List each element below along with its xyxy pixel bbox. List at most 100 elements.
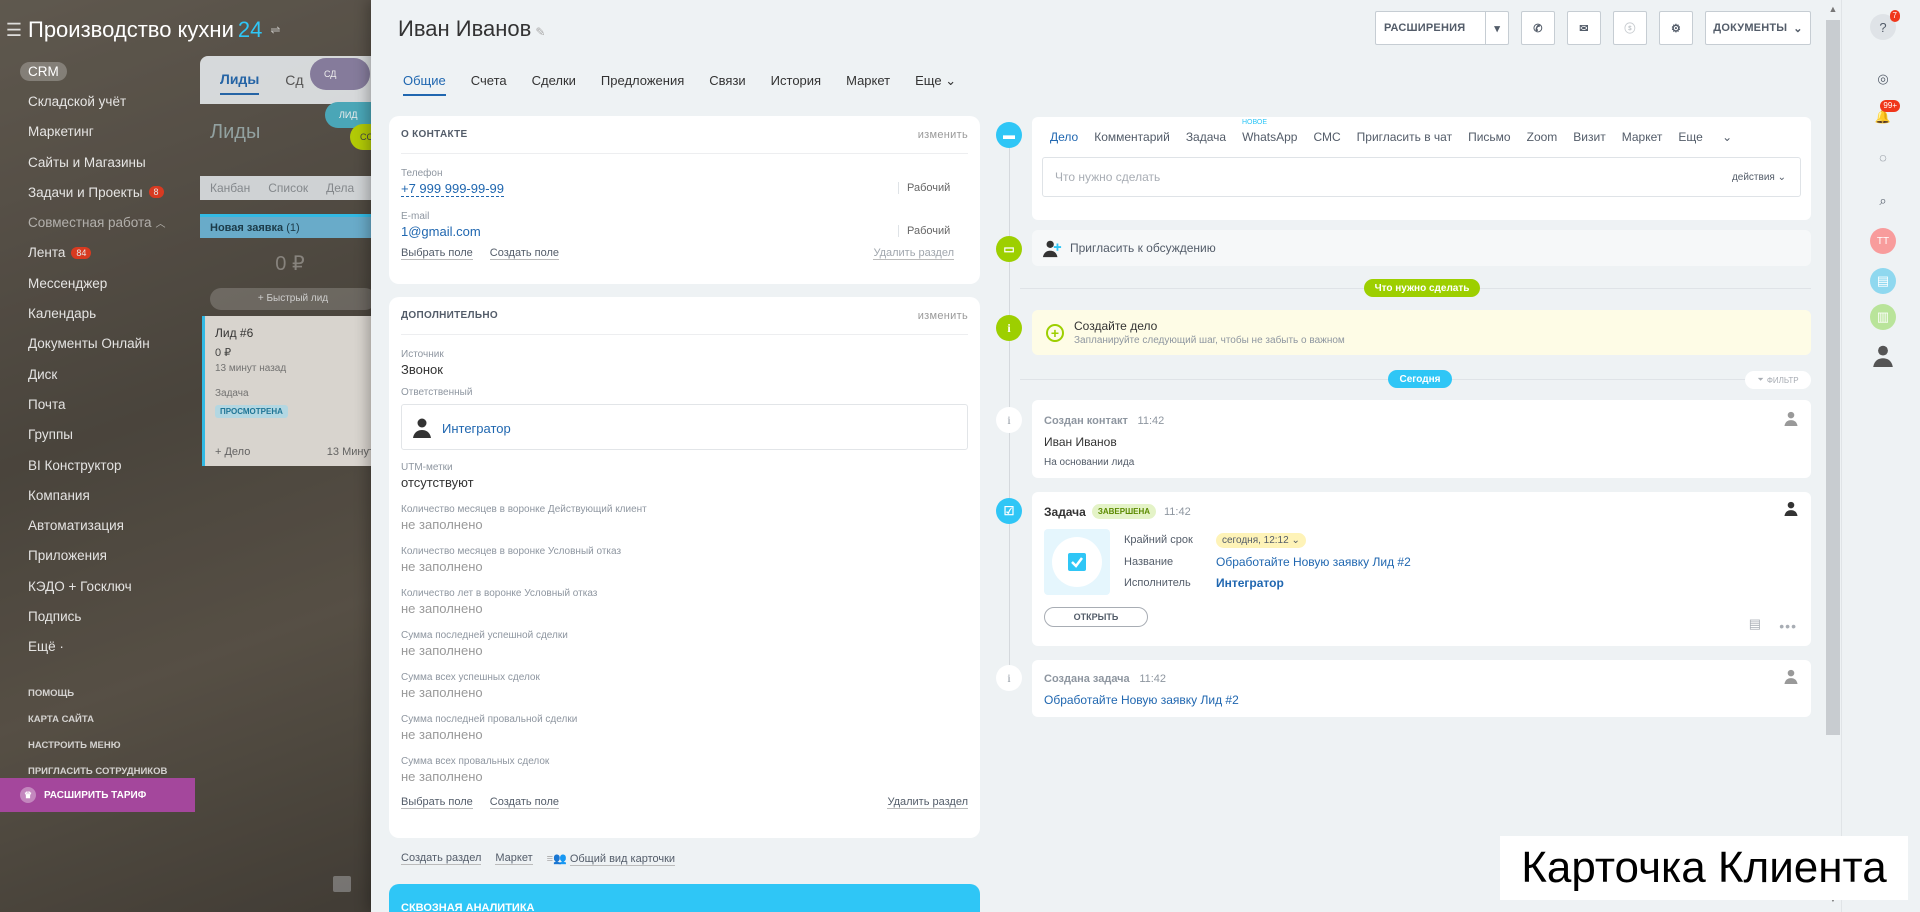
market-link[interactable]: Маркет [495,852,533,865]
menu-item-messenger[interactable]: Мессенджер [18,268,218,298]
phone-link[interactable]: +7 999 999-99-99 [401,181,505,197]
tab-whatsapp[interactable]: WhatsApp [1242,130,1297,144]
sitemap-link[interactable]: КАРТА САЙТА [28,706,167,732]
menu-item-mail[interactable]: Почта [18,389,218,419]
tab-history[interactable]: История [771,73,821,96]
responsible-link[interactable]: Интегратор [442,421,511,436]
select-field-link[interactable]: Выбрать поле [401,247,473,260]
todo-input[interactable]: Что нужно сделать действия ⌄ [1042,157,1801,197]
skype-button[interactable]: ⓢ [1613,11,1647,45]
edit-section-link[interactable]: изменить [918,129,968,141]
menu-item-bi[interactable]: BI Конструктор [18,450,218,480]
menu-item-sites[interactable]: Сайты и Магазины [18,147,218,177]
menu-item-disk[interactable]: Диск [18,359,218,389]
lead-card[interactable]: Лид #6 0 ₽ 13 минут назад Задача ПРОСМОТ… [202,316,380,466]
avatar[interactable] [1870,342,1896,368]
open-task-button[interactable]: ОТКРЫТЬ [1044,607,1148,627]
tab-invoices[interactable]: Счета [471,73,507,96]
tab-more[interactable]: Еще ⌄ [915,73,956,96]
tab-invite-chat[interactable]: Пригласить в чат [1357,130,1452,144]
edit-pencil-icon[interactable]: ✎ [535,25,545,39]
help-icon[interactable]: ? 7 [1870,10,1900,40]
edit-section-link[interactable]: изменить [918,310,968,322]
settings-button[interactable]: ⚙ [1659,11,1693,45]
author-avatar-icon[interactable] [1783,410,1799,429]
menu-item-sign[interactable]: Подпись [18,601,218,631]
pin-icon[interactable]: ⇌ [270,23,280,37]
deal-pill[interactable]: СД [310,58,370,90]
create-field-link[interactable]: Создать поле [489,796,560,809]
menu-item-docs[interactable]: Документы Онлайн [18,329,218,359]
tab-comment[interactable]: Комментарий [1094,130,1170,144]
tab-letter[interactable]: Письмо [1468,130,1511,144]
menu-item-collab[interactable]: Совместная работа ︿ [18,207,218,237]
scroll-up-icon[interactable]: ▲ [1826,4,1840,18]
scrollbar[interactable] [1826,20,1840,735]
menu-item-marketing[interactable]: Маркетинг [18,117,218,147]
invite-discussion[interactable]: Пригласить к обсуждению [1032,230,1811,266]
menu-item-kedo[interactable]: КЭДО + Госключ [18,571,218,601]
deadline-pill[interactable]: сегодня, 12:12 ⌄ [1216,532,1306,548]
filter-button[interactable]: ⏷ ФИЛЬТР [1745,371,1811,389]
view-kanban[interactable]: Канбан [210,181,250,195]
created-task-link[interactable]: Обработайте Новую заявку Лид #2 [1044,693,1799,707]
spiral-icon[interactable]: ◎ [1870,66,1896,92]
tab-quotes[interactable]: Предложения [601,73,684,96]
menu-item-groups[interactable]: Группы [18,420,218,450]
call-button[interactable]: ✆ [1521,11,1555,45]
bell-icon[interactable]: 🔔 99+ [1870,100,1900,130]
menu-item-warehouse[interactable]: Складской учёт [18,86,218,116]
messages-icon[interactable]: ▤ [1870,268,1896,294]
select-field-link[interactable]: Выбрать поле [401,796,473,809]
chat-bubble-icon[interactable]: ◌ [1870,144,1896,170]
menu-item-company[interactable]: Компания [18,480,218,510]
author-avatar-icon[interactable] [1783,500,1799,519]
tab-deals[interactable]: Сделки [532,73,576,96]
analytics-section[interactable]: СКВОЗНАЯ АНАЛИТИКА [389,884,980,912]
view-list[interactable]: Список [268,181,308,195]
tab-leads[interactable]: Лиды [220,65,260,95]
delete-section-link[interactable]: Удалить раздел [887,796,968,809]
tab-task[interactable]: Задача [1186,130,1226,144]
tab-market[interactable]: Маркет [1622,130,1663,144]
tab-deal[interactable]: Дело [1050,130,1078,144]
email-button[interactable]: ✉ [1567,11,1601,45]
create-field-link[interactable]: Создать поле [489,247,560,260]
menu-item-crm[interactable]: CRM [18,56,218,86]
tab-market[interactable]: Маркет [846,73,890,96]
avatar[interactable]: ТТ [1870,228,1896,254]
documents-button[interactable]: ДОКУМЕНТЫ ⌄ [1705,11,1811,45]
task-name-link[interactable]: Обработайте Новую заявку Лид #2 [1216,555,1411,569]
menu-burger-icon[interactable]: ☰ [0,20,28,41]
portal-logo[interactable]: ☰ Производство кухни 24 ⇌ [0,14,281,46]
menu-item-feed[interactable]: Лента 84 [18,238,218,268]
configure-menu-link[interactable]: НАСТРОИТЬ МЕНЮ [28,732,167,758]
menu-item-calendar[interactable]: Календарь [18,298,218,328]
tab-general[interactable]: Общие [403,73,446,96]
email-link[interactable]: 1@gmail.com [401,224,481,239]
extensions-button[interactable]: РАСШИРЕНИЯ ▾ [1375,11,1509,45]
quick-lead-button[interactable]: + Быстрый лид [210,288,376,310]
search-icon[interactable]: ⌕ [1870,188,1896,214]
menu-item-automation[interactable]: Автоматизация [18,510,218,540]
more-dots-icon[interactable]: ••• [1779,618,1797,634]
help-link[interactable]: ПОМОЩЬ [28,680,167,706]
print-icon[interactable] [333,876,351,892]
tab-visit[interactable]: Визит [1573,130,1605,144]
notes-icon[interactable]: ▥ [1870,304,1896,330]
menu-item-more[interactable]: Ещё · [18,632,218,662]
delete-section-link[interactable]: Удалить раздел [873,247,954,260]
create-deal-block[interactable]: + Создайте дело Запланируйте следующий ш… [1032,310,1811,355]
add-activity-link[interactable]: + Дело [215,446,250,458]
tab-relations[interactable]: Связи [709,73,745,96]
tab-sms[interactable]: СМС [1313,130,1340,144]
menu-item-apps[interactable]: Приложения [18,541,218,571]
author-avatar-icon[interactable] [1783,668,1799,687]
actions-dropdown[interactable]: действия ⌄ [1732,172,1786,183]
note-icon[interactable]: ▤ [1749,616,1761,632]
tab-zoom[interactable]: Zoom [1527,130,1558,144]
tab-deals[interactable]: Сд [285,72,303,88]
common-view-link[interactable]: ≡👥 Общий вид карточки [547,852,676,866]
menu-item-tasks[interactable]: Задачи и Проекты 8 [18,177,218,207]
executor-link[interactable]: Интегратор [1216,576,1284,590]
